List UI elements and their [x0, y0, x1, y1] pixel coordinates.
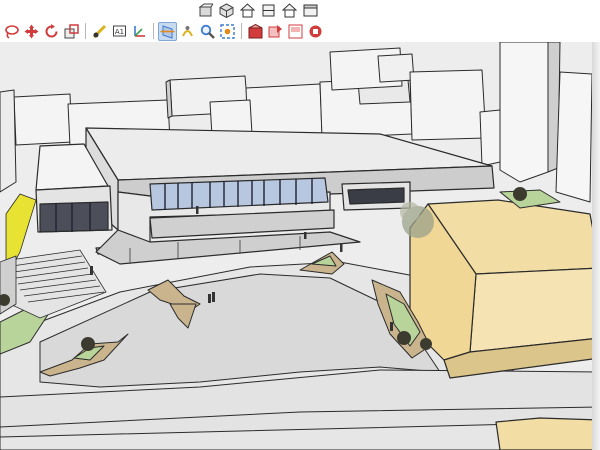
move-button[interactable] [22, 22, 41, 41]
top-view-icon [261, 3, 276, 18]
iso-view-button[interactable] [217, 1, 236, 20]
zoom-button[interactable] [198, 22, 217, 41]
section-plane-button[interactable] [158, 21, 177, 41]
tower-left-far [13, 93, 73, 146]
yellow-bottom-right [495, 417, 600, 450]
standard-views-toolbar [196, 0, 320, 20]
text-label-icon: A1 [112, 24, 127, 39]
rotate-icon [44, 23, 59, 39]
zoom-extents-button[interactable] [218, 22, 237, 41]
right-box-window [347, 187, 405, 205]
tree-right [420, 338, 432, 350]
text-label-button[interactable]: A1 [110, 22, 129, 41]
zoom-icon [200, 24, 215, 39]
components-button[interactable] [196, 1, 215, 20]
main-toolbar: A1 [2, 21, 325, 41]
send-to-layout-icon [288, 24, 303, 39]
block-far-right-left [479, 109, 501, 167]
get-models-button[interactable] [246, 22, 265, 41]
tower-right [499, 42, 551, 183]
axes-icon [132, 24, 147, 39]
model-viewport[interactable] [0, 42, 600, 450]
tape-measure-button[interactable] [90, 22, 109, 41]
left-wing-glass [39, 201, 109, 233]
toolbar-separator [241, 23, 242, 39]
block-mid [245, 83, 323, 139]
window-edge [592, 42, 600, 450]
tree-planter-right [397, 331, 411, 345]
zoom-extents-icon [220, 23, 235, 39]
block-right [409, 69, 487, 141]
top-view-button[interactable] [259, 1, 278, 20]
model-scene[interactable] [0, 42, 600, 450]
tower-upper-b [377, 53, 415, 83]
scale-icon [64, 23, 79, 39]
toolbar-separator [85, 23, 86, 39]
tower-far-right [555, 71, 593, 203]
left-edge-tower [0, 89, 17, 193]
rotate-button[interactable] [42, 22, 61, 41]
move-icon [24, 24, 39, 39]
back-view-button[interactable] [301, 1, 320, 20]
svg-text:A1: A1 [115, 28, 124, 36]
send-to-layout-button[interactable] [286, 22, 305, 41]
back-view-icon [303, 3, 318, 18]
walk-icon [180, 24, 195, 39]
yellow-front [469, 267, 600, 353]
right-view-button[interactable] [280, 1, 299, 20]
components-icon [198, 3, 213, 18]
tape-measure-icon [92, 24, 107, 39]
right-view-icon [282, 2, 297, 18]
share-model-button[interactable] [266, 22, 285, 41]
share-model-icon [268, 24, 283, 39]
scale-button[interactable] [62, 22, 81, 41]
lasso-select-button[interactable] [2, 22, 21, 41]
tree-planter-left [81, 337, 95, 351]
toolbar-separator [153, 23, 154, 39]
get-models-icon [248, 23, 263, 39]
section-plane-icon [160, 24, 175, 39]
extension-warehouse-button[interactable] [306, 22, 325, 41]
front-view-icon [240, 2, 255, 18]
axes-button[interactable] [130, 22, 149, 41]
lasso-select-icon [4, 24, 19, 39]
front-view-button[interactable] [238, 1, 257, 20]
extension-warehouse-icon [308, 24, 323, 39]
tree-far-right [513, 187, 527, 201]
iso-view-icon [219, 2, 234, 18]
walk-button[interactable] [178, 22, 197, 41]
